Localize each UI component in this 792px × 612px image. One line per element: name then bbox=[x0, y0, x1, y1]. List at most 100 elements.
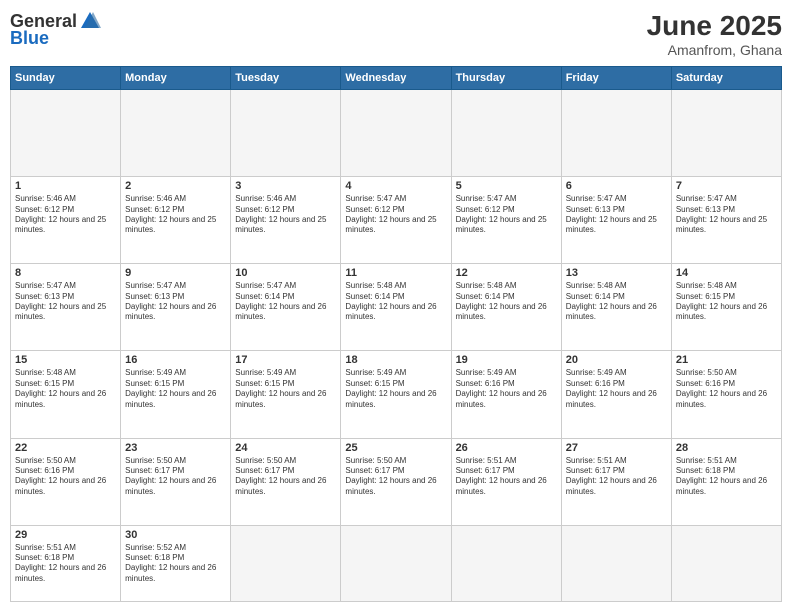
table-row bbox=[341, 90, 451, 177]
col-sunday: Sunday bbox=[11, 67, 121, 90]
table-row bbox=[451, 90, 561, 177]
calendar-row: 15 Sunrise: 5:48 AMSunset: 6:15 PMDayligh… bbox=[11, 351, 782, 438]
day-info: Sunrise: 5:47 AMSunset: 6:13 PMDaylight:… bbox=[125, 281, 226, 323]
table-row: 10 Sunrise: 5:47 AMSunset: 6:14 PMDayligh… bbox=[231, 264, 341, 351]
day-number: 1 bbox=[15, 180, 116, 192]
day-number: 13 bbox=[566, 267, 667, 279]
day-number: 3 bbox=[235, 180, 336, 192]
day-info: Sunrise: 5:49 AMSunset: 6:16 PMDaylight:… bbox=[566, 368, 667, 410]
day-info: Sunrise: 5:50 AMSunset: 6:17 PMDaylight:… bbox=[235, 456, 336, 498]
day-number: 10 bbox=[235, 267, 336, 279]
day-number: 17 bbox=[235, 354, 336, 366]
day-info: Sunrise: 5:47 AMSunset: 6:12 PMDaylight:… bbox=[456, 194, 557, 236]
table-row: 18 Sunrise: 5:49 AMSunset: 6:15 PMDayligh… bbox=[341, 351, 451, 438]
table-row bbox=[671, 90, 781, 177]
day-info: Sunrise: 5:51 AMSunset: 6:18 PMDaylight:… bbox=[15, 543, 116, 585]
table-row: 15 Sunrise: 5:48 AMSunset: 6:15 PMDayligh… bbox=[11, 351, 121, 438]
day-number: 8 bbox=[15, 267, 116, 279]
table-row bbox=[561, 90, 671, 177]
table-row: 22Sunrise: 5:50 AMSunset: 6:16 PMDayligh… bbox=[11, 438, 121, 525]
day-number: 29 bbox=[15, 529, 116, 541]
day-number: 2 bbox=[125, 180, 226, 192]
day-info: Sunrise: 5:48 AMSunset: 6:14 PMDaylight:… bbox=[456, 281, 557, 323]
day-info: Sunrise: 5:52 AMSunset: 6:18 PMDaylight:… bbox=[125, 543, 226, 585]
day-info: Sunrise: 5:48 AMSunset: 6:15 PMDaylight:… bbox=[676, 281, 777, 323]
day-info: Sunrise: 5:50 AMSunset: 6:16 PMDaylight:… bbox=[15, 456, 116, 498]
calendar: Sunday Monday Tuesday Wednesday Thursday… bbox=[10, 66, 782, 602]
day-number: 28 bbox=[676, 442, 777, 454]
table-row: 20 Sunrise: 5:49 AMSunset: 6:16 PMDayligh… bbox=[561, 351, 671, 438]
day-info: Sunrise: 5:47 AMSunset: 6:12 PMDaylight:… bbox=[345, 194, 446, 236]
day-info: Sunrise: 5:51 AMSunset: 6:17 PMDaylight:… bbox=[456, 456, 557, 498]
col-saturday: Saturday bbox=[671, 67, 781, 90]
day-info: Sunrise: 5:51 AMSunset: 6:17 PMDaylight:… bbox=[566, 456, 667, 498]
table-row bbox=[121, 90, 231, 177]
day-info: Sunrise: 5:50 AMSunset: 6:17 PMDaylight:… bbox=[125, 456, 226, 498]
day-number: 24 bbox=[235, 442, 336, 454]
title-block: June 2025 Amanfrom, Ghana bbox=[647, 10, 782, 58]
day-info: Sunrise: 5:49 AMSunset: 6:16 PMDaylight:… bbox=[456, 368, 557, 410]
location: Amanfrom, Ghana bbox=[647, 42, 782, 58]
day-info: Sunrise: 5:51 AMSunset: 6:18 PMDaylight:… bbox=[676, 456, 777, 498]
table-row: 28 Sunrise: 5:51 AMSunset: 6:18 PMDayligh… bbox=[671, 438, 781, 525]
day-info: Sunrise: 5:49 AMSunset: 6:15 PMDaylight:… bbox=[235, 368, 336, 410]
table-row bbox=[231, 90, 341, 177]
table-row: 12 Sunrise: 5:48 AMSunset: 6:14 PMDayligh… bbox=[451, 264, 561, 351]
day-info: Sunrise: 5:47 AMSunset: 6:13 PMDaylight:… bbox=[676, 194, 777, 236]
table-row bbox=[341, 525, 451, 601]
table-row bbox=[11, 90, 121, 177]
day-number: 5 bbox=[456, 180, 557, 192]
day-number: 25 bbox=[345, 442, 446, 454]
day-number: 21 bbox=[676, 354, 777, 366]
table-row: 1 Sunrise: 5:46 AMSunset: 6:12 PMDaylight… bbox=[11, 177, 121, 264]
day-number: 7 bbox=[676, 180, 777, 192]
day-info: Sunrise: 5:49 AMSunset: 6:15 PMDaylight:… bbox=[345, 368, 446, 410]
table-row: 7 Sunrise: 5:47 AMSunset: 6:13 PMDaylight… bbox=[671, 177, 781, 264]
day-number: 30 bbox=[125, 529, 226, 541]
page: General Blue June 2025 Amanfrom, Ghana S… bbox=[0, 0, 792, 612]
day-number: 11 bbox=[345, 267, 446, 279]
table-row: 6 Sunrise: 5:47 AMSunset: 6:13 PMDaylight… bbox=[561, 177, 671, 264]
table-row: 5 Sunrise: 5:47 AMSunset: 6:12 PMDaylight… bbox=[451, 177, 561, 264]
table-row: 25Sunrise: 5:50 AMSunset: 6:17 PMDayligh… bbox=[341, 438, 451, 525]
table-row: 3 Sunrise: 5:46 AMSunset: 6:12 PMDaylight… bbox=[231, 177, 341, 264]
table-row: 14Sunrise: 5:48 AMSunset: 6:15 PMDayligh… bbox=[671, 264, 781, 351]
day-info: Sunrise: 5:47 AMSunset: 6:14 PMDaylight:… bbox=[235, 281, 336, 323]
day-number: 26 bbox=[456, 442, 557, 454]
day-info: Sunrise: 5:46 AMSunset: 6:12 PMDaylight:… bbox=[15, 194, 116, 236]
table-row: 2 Sunrise: 5:46 AMSunset: 6:12 PMDaylight… bbox=[121, 177, 231, 264]
day-info: Sunrise: 5:47 AMSunset: 6:13 PMDaylight:… bbox=[15, 281, 116, 323]
day-number: 15 bbox=[15, 354, 116, 366]
day-info: Sunrise: 5:49 AMSunset: 6:15 PMDaylight:… bbox=[125, 368, 226, 410]
table-row: 26 Sunrise: 5:51 AMSunset: 6:17 PMDayligh… bbox=[451, 438, 561, 525]
month-year: June 2025 bbox=[647, 10, 782, 42]
table-row bbox=[231, 525, 341, 601]
day-number: 27 bbox=[566, 442, 667, 454]
col-wednesday: Wednesday bbox=[341, 67, 451, 90]
day-info: Sunrise: 5:48 AMSunset: 6:15 PMDaylight:… bbox=[15, 368, 116, 410]
day-info: Sunrise: 5:46 AMSunset: 6:12 PMDaylight:… bbox=[125, 194, 226, 236]
table-row bbox=[671, 525, 781, 601]
day-number: 6 bbox=[566, 180, 667, 192]
day-info: Sunrise: 5:47 AMSunset: 6:13 PMDaylight:… bbox=[566, 194, 667, 236]
calendar-header-row: Sunday Monday Tuesday Wednesday Thursday… bbox=[11, 67, 782, 90]
table-row: 27 Sunrise: 5:51 AMSunset: 6:17 PMDayligh… bbox=[561, 438, 671, 525]
table-row: 11Sunrise: 5:48 AMSunset: 6:14 PMDayligh… bbox=[341, 264, 451, 351]
day-number: 18 bbox=[345, 354, 446, 366]
day-number: 9 bbox=[125, 267, 226, 279]
table-row: 24 Sunrise: 5:50 AMSunset: 6:17 PMDayligh… bbox=[231, 438, 341, 525]
header: General Blue June 2025 Amanfrom, Ghana bbox=[10, 10, 782, 58]
table-row: 8 Sunrise: 5:47 AMSunset: 6:13 PMDaylight… bbox=[11, 264, 121, 351]
day-number: 12 bbox=[456, 267, 557, 279]
logo-blue: Blue bbox=[10, 28, 49, 49]
col-tuesday: Tuesday bbox=[231, 67, 341, 90]
col-friday: Friday bbox=[561, 67, 671, 90]
calendar-row: 8 Sunrise: 5:47 AMSunset: 6:13 PMDaylight… bbox=[11, 264, 782, 351]
day-number: 19 bbox=[456, 354, 557, 366]
logo: General Blue bbox=[10, 10, 101, 49]
table-row: 9 Sunrise: 5:47 AMSunset: 6:13 PMDaylight… bbox=[121, 264, 231, 351]
day-info: Sunrise: 5:46 AMSunset: 6:12 PMDaylight:… bbox=[235, 194, 336, 236]
day-number: 20 bbox=[566, 354, 667, 366]
table-row: 23Sunrise: 5:50 AMSunset: 6:17 PMDayligh… bbox=[121, 438, 231, 525]
day-info: Sunrise: 5:48 AMSunset: 6:14 PMDaylight:… bbox=[566, 281, 667, 323]
